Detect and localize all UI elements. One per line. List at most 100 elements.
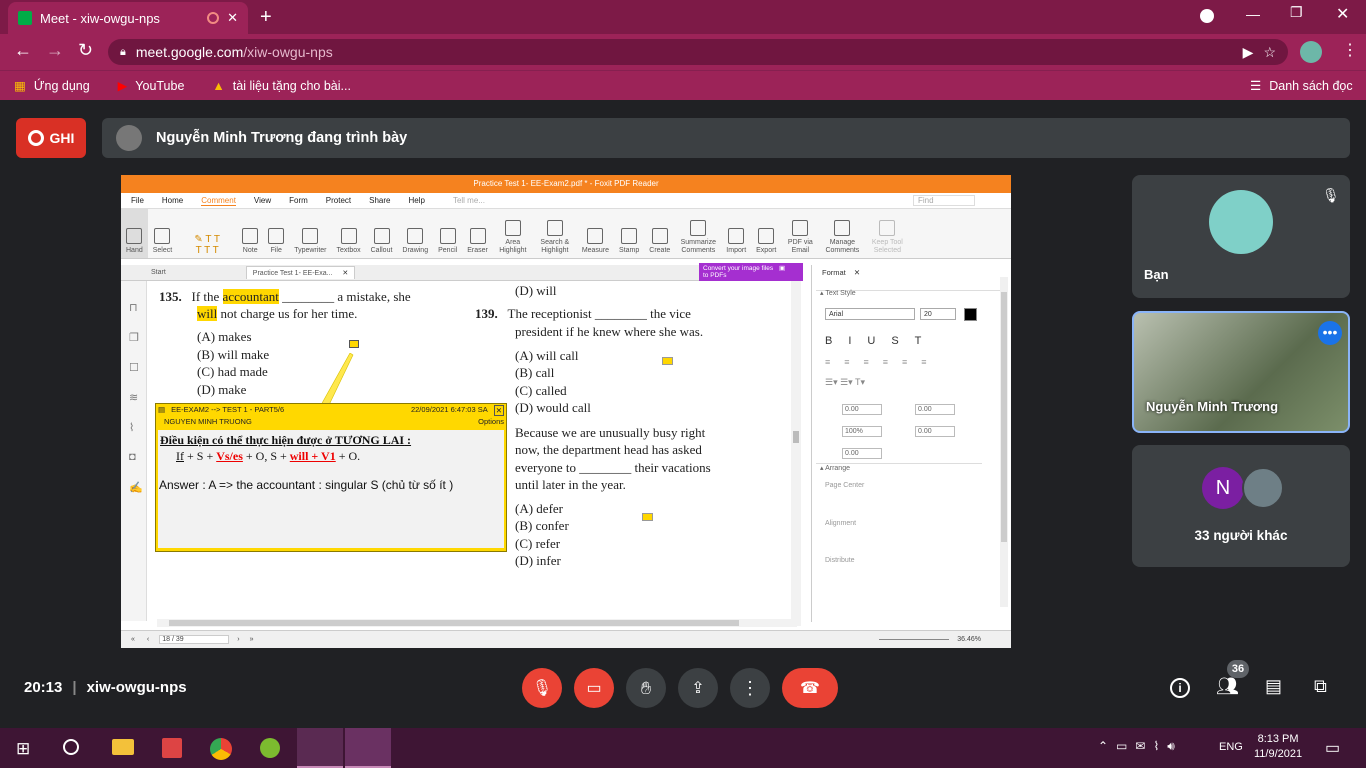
bookmark-apps[interactable]: ▦ Ứng dụng xyxy=(14,78,90,94)
tell-me-input[interactable]: Tell me... xyxy=(453,196,485,205)
note-body[interactable]: Điều kiện có thể thực hiện được ở TƯƠNG … xyxy=(158,430,504,548)
ribbon-keep-tool[interactable]: Keep Tool Selected xyxy=(865,209,909,258)
ribbon-export[interactable]: Export xyxy=(751,209,781,258)
reload-icon[interactable]: ↻ xyxy=(78,40,93,61)
back-icon[interactable]: ← xyxy=(14,40,32,61)
tray-icons[interactable]: ⌃▭✉︎⌇🔊︎ xyxy=(1098,739,1183,754)
reading-list[interactable]: ☰ Danh sách đọc xyxy=(1250,78,1353,94)
highlight-accountant[interactable]: accountant xyxy=(222,289,279,304)
people-button[interactable]: 👥︎ xyxy=(1216,676,1239,697)
close-icon[interactable]: ✕ xyxy=(854,268,860,277)
popup-note[interactable]: ▤ EE-EXAM2 --> TEST 1 - PART5/6 22/09/20… xyxy=(155,403,507,552)
menu-help[interactable]: Help xyxy=(409,196,425,205)
text-format-buttons[interactable]: BIUST xyxy=(825,335,937,347)
camera-icon[interactable]: ▶ xyxy=(1243,44,1254,61)
menu-form[interactable]: Form xyxy=(289,196,308,205)
ribbon-note[interactable]: Note xyxy=(237,209,263,258)
browser-tab[interactable]: Meet - xiw-owgu-nps ✕ xyxy=(8,2,248,34)
comment-marker-icon[interactable] xyxy=(349,340,359,348)
ribbon-pencil[interactable]: Pencil xyxy=(433,209,462,258)
pages-icon[interactable]: ❐ xyxy=(129,331,139,344)
bookmark-youtube[interactable]: ▶ YouTube xyxy=(118,78,185,94)
menu-file[interactable]: File xyxy=(131,196,144,205)
ribbon-textbox[interactable]: Textbox xyxy=(332,209,366,258)
scale-input[interactable]: 100% xyxy=(842,426,882,437)
scrollbar-thumb[interactable] xyxy=(793,431,799,443)
ribbon-measure[interactable]: Measure xyxy=(577,209,614,258)
profile-dropdown-icon[interactable] xyxy=(1200,9,1214,23)
self-tile[interactable]: 🎙︎ Bạn xyxy=(1132,175,1350,298)
ribbon-callout[interactable]: Callout xyxy=(366,209,398,258)
bookmark-drive[interactable]: ▲ tài liệu tặng cho bài... xyxy=(212,79,351,93)
layers-icon[interactable]: ≋ xyxy=(129,391,138,404)
camera-button[interactable]: ▭ xyxy=(574,668,614,708)
menu-icon[interactable]: ⋮ xyxy=(1342,40,1358,60)
char-spacing-input[interactable]: 0.00 xyxy=(842,448,882,459)
first-page-icon[interactable]: « xyxy=(131,636,135,643)
address-bar[interactable]: 🔒︎ meet.google.com/xiw-owgu-nps ▶ ☆ xyxy=(108,39,1288,65)
presenter-tile[interactable]: ••• Nguyễn Minh Trương xyxy=(1132,311,1350,433)
minimize-button[interactable]: — xyxy=(1246,6,1260,22)
present-button[interactable]: ⇪ xyxy=(678,668,718,708)
comment-marker-icon[interactable] xyxy=(642,513,653,521)
comments-icon[interactable]: ☐ xyxy=(129,361,139,374)
ribbon-markup[interactable]: ✎ T TT T T xyxy=(177,209,237,258)
line-spacing-input[interactable]: 0.00 xyxy=(842,404,882,415)
tab-start[interactable]: Start xyxy=(121,269,246,276)
ribbon-hand[interactable]: Hand xyxy=(121,209,148,258)
panel-scrollbar[interactable] xyxy=(1000,277,1008,607)
star-icon[interactable]: ☆ xyxy=(1263,44,1276,61)
list-buttons[interactable]: ☰▾ ☰▾ T▾ xyxy=(825,377,865,388)
bookmark-icon[interactable]: ⊓ xyxy=(129,301,138,314)
chrome-icon[interactable] xyxy=(345,728,391,768)
prev-page-icon[interactable]: ‹ xyxy=(147,636,149,643)
app-icon[interactable] xyxy=(260,738,280,758)
highlight-will[interactable]: will xyxy=(197,306,218,321)
color-swatch[interactable] xyxy=(964,308,977,321)
font-select[interactable]: Arial xyxy=(825,308,915,320)
scrollbar-thumb[interactable] xyxy=(169,620,739,626)
forward-icon[interactable]: → xyxy=(46,40,64,61)
close-window-button[interactable]: ✕ xyxy=(1336,4,1349,24)
ribbon-area-highlight[interactable]: Area Highlight xyxy=(493,209,533,258)
mic-button[interactable]: 🎙︎ xyxy=(522,668,562,708)
convert-banner[interactable]: Convert your image files to PDFs ▣ xyxy=(699,263,803,281)
menu-protect[interactable]: Protect xyxy=(326,196,351,205)
search-icon[interactable] xyxy=(63,739,79,755)
ribbon-drawing[interactable]: Drawing xyxy=(397,209,433,258)
raise-hand-button[interactable]: ✋︎ xyxy=(626,668,666,708)
security-icon[interactable]: ◘ xyxy=(129,451,136,463)
ribbon-create[interactable]: Create xyxy=(644,209,675,258)
menu-home[interactable]: Home xyxy=(162,196,183,205)
find-input[interactable]: Find xyxy=(912,195,975,206)
menu-comment[interactable]: Comment xyxy=(201,196,236,206)
ribbon-email[interactable]: PDF via Email xyxy=(781,209,819,258)
language-indicator[interactable]: ENG xyxy=(1219,741,1243,753)
next-page-icon[interactable]: › xyxy=(237,636,239,643)
ribbon-stamp[interactable]: Stamp xyxy=(614,209,644,258)
new-tab-button[interactable]: + xyxy=(260,6,272,29)
chrome-icon[interactable] xyxy=(297,728,343,768)
last-page-icon[interactable]: » xyxy=(250,636,254,643)
app-icon[interactable] xyxy=(162,738,182,758)
ribbon-search-highlight[interactable]: Search & Highlight xyxy=(533,209,577,258)
format-tab[interactable]: Format ✕ xyxy=(822,268,860,277)
ribbon-file[interactable]: File xyxy=(263,209,289,258)
ribbon-typewriter[interactable]: Typewriter xyxy=(289,209,331,258)
baseline-input[interactable]: 0.00 xyxy=(915,426,955,437)
note-options[interactable]: Options xyxy=(478,417,504,426)
indent-input[interactable]: 0.00 xyxy=(915,404,955,415)
activities-icon[interactable]: ⧉ xyxy=(1314,676,1327,697)
ribbon-select[interactable]: Select xyxy=(148,209,177,258)
tab-practice-test[interactable]: Practice Test 1- EE-Exa... ✕ xyxy=(245,266,356,279)
ribbon-import[interactable]: Import xyxy=(721,209,751,258)
chrome-icon[interactable] xyxy=(210,738,232,760)
page-indicator[interactable]: 18 / 39 xyxy=(159,635,230,644)
ribbon-summarize[interactable]: Summarize Comments xyxy=(675,209,721,258)
ribbon-eraser[interactable]: Eraser xyxy=(462,209,493,258)
ribbon-manage[interactable]: Manage Comments xyxy=(819,209,865,258)
vertical-scrollbar[interactable] xyxy=(791,281,801,626)
info-icon[interactable]: i xyxy=(1170,678,1190,698)
alignment-buttons[interactable]: ≡≡≡≡≡≡ xyxy=(825,357,941,367)
more-options-icon[interactable]: ••• xyxy=(1318,321,1342,345)
